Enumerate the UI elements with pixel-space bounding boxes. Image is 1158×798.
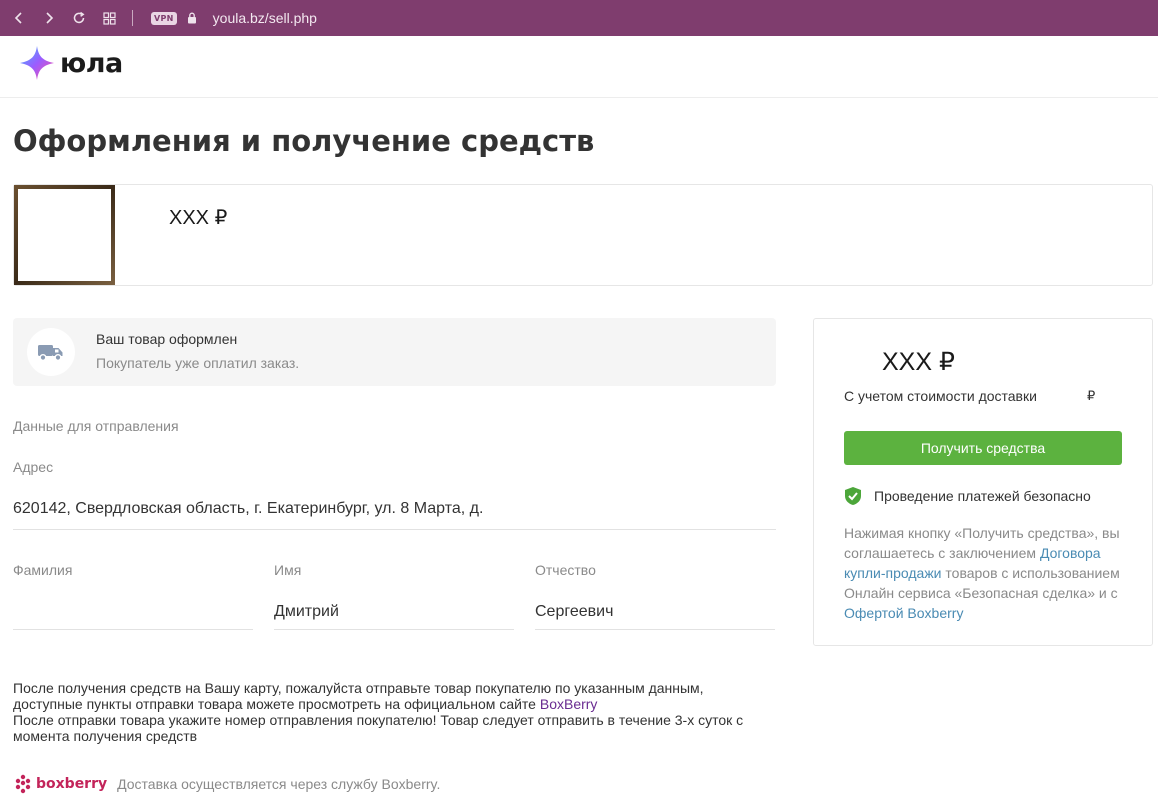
address-value: 620142, Свердловская область, г. Екатери… bbox=[13, 500, 484, 517]
product-image-placeholder bbox=[18, 189, 111, 281]
boxberry-link[interactable]: BoxBerry bbox=[540, 696, 598, 712]
vpn-badge[interactable]: VPN bbox=[151, 11, 177, 25]
first-name-underline bbox=[274, 629, 514, 630]
shipping-instructions: После получения средств на Вашу карту, п… bbox=[13, 680, 773, 744]
delivery-cost-currency: ₽ bbox=[1087, 388, 1096, 403]
toolbar-divider bbox=[132, 10, 133, 26]
patronymic-underline bbox=[535, 629, 775, 630]
patronymic-field: Отчество Сергеевич bbox=[535, 562, 775, 630]
product-card: XXX ₽ bbox=[13, 184, 1153, 286]
product-image[interactable] bbox=[14, 185, 115, 285]
last-name-field: Фамилия bbox=[13, 562, 253, 630]
secure-payment-row: Проведение платежей безопасно bbox=[844, 486, 1091, 506]
boxberry-logo-icon bbox=[15, 774, 31, 794]
back-icon[interactable] bbox=[4, 3, 34, 33]
boxberry-offer-link[interactable]: Офертой Boxberry bbox=[844, 605, 963, 621]
payment-panel: XXX ₽ С учетом стоимости доставки ₽ Полу… bbox=[813, 318, 1153, 646]
status-subtitle: Покупатель уже оплатил заказ. bbox=[96, 355, 300, 371]
first-name-value: Дмитрий bbox=[274, 603, 339, 620]
instructions-text-1: После получения средств на Вашу карту, п… bbox=[13, 680, 704, 712]
shipping-section-label: Данные для отправления bbox=[13, 418, 179, 434]
truck-icon bbox=[27, 328, 75, 376]
instructions-text-2: После отправки товара укажите номер отпр… bbox=[13, 712, 744, 744]
logo-text: юла bbox=[60, 47, 123, 79]
reload-icon[interactable] bbox=[64, 3, 94, 33]
page-title: Оформления и получение средств bbox=[13, 124, 595, 158]
first-name-label: Имя bbox=[274, 562, 302, 578]
payment-amount: XXX ₽ bbox=[882, 348, 955, 376]
receive-funds-button[interactable]: Получить средства bbox=[844, 431, 1122, 465]
last-name-label: Фамилия bbox=[13, 562, 73, 578]
address-label: Адрес bbox=[13, 459, 54, 475]
boxberry-brand-name: boxberry bbox=[36, 776, 108, 792]
lock-icon[interactable] bbox=[187, 12, 197, 24]
product-price: XXX ₽ bbox=[169, 207, 228, 229]
secure-payment-text: Проведение платежей безопасно bbox=[874, 488, 1091, 504]
terms-text: Нажимая кнопку «Получить средства», вы с… bbox=[844, 523, 1134, 623]
forward-icon[interactable] bbox=[34, 3, 64, 33]
order-status-panel: Ваш товар оформлен Покупатель уже оплати… bbox=[13, 318, 776, 386]
site-logo[interactable]: юла bbox=[18, 44, 123, 82]
status-title: Ваш товар оформлен bbox=[96, 331, 238, 347]
tabs-grid-icon[interactable] bbox=[94, 3, 124, 33]
address-underline bbox=[13, 529, 776, 530]
patronymic-label: Отчество bbox=[535, 562, 596, 578]
patronymic-value: Сергеевич bbox=[535, 603, 614, 620]
first-name-field: Имя Дмитрий bbox=[274, 562, 514, 630]
browser-toolbar: VPN youla.bz/sell.php bbox=[0, 0, 1158, 36]
youla-star-icon bbox=[20, 46, 54, 80]
shield-check-icon bbox=[845, 487, 861, 505]
delivery-cost-note: С учетом стоимости доставки bbox=[844, 388, 1037, 404]
address-bar-url[interactable]: youla.bz/sell.php bbox=[213, 10, 317, 26]
site-header: юла bbox=[0, 36, 1158, 98]
boxberry-footer: boxberry Доставка осуществляется через с… bbox=[13, 774, 440, 794]
last-name-value bbox=[13, 603, 253, 629]
delivery-info-text: Доставка осуществляется через службу Box… bbox=[117, 776, 441, 792]
last-name-underline bbox=[13, 629, 253, 630]
